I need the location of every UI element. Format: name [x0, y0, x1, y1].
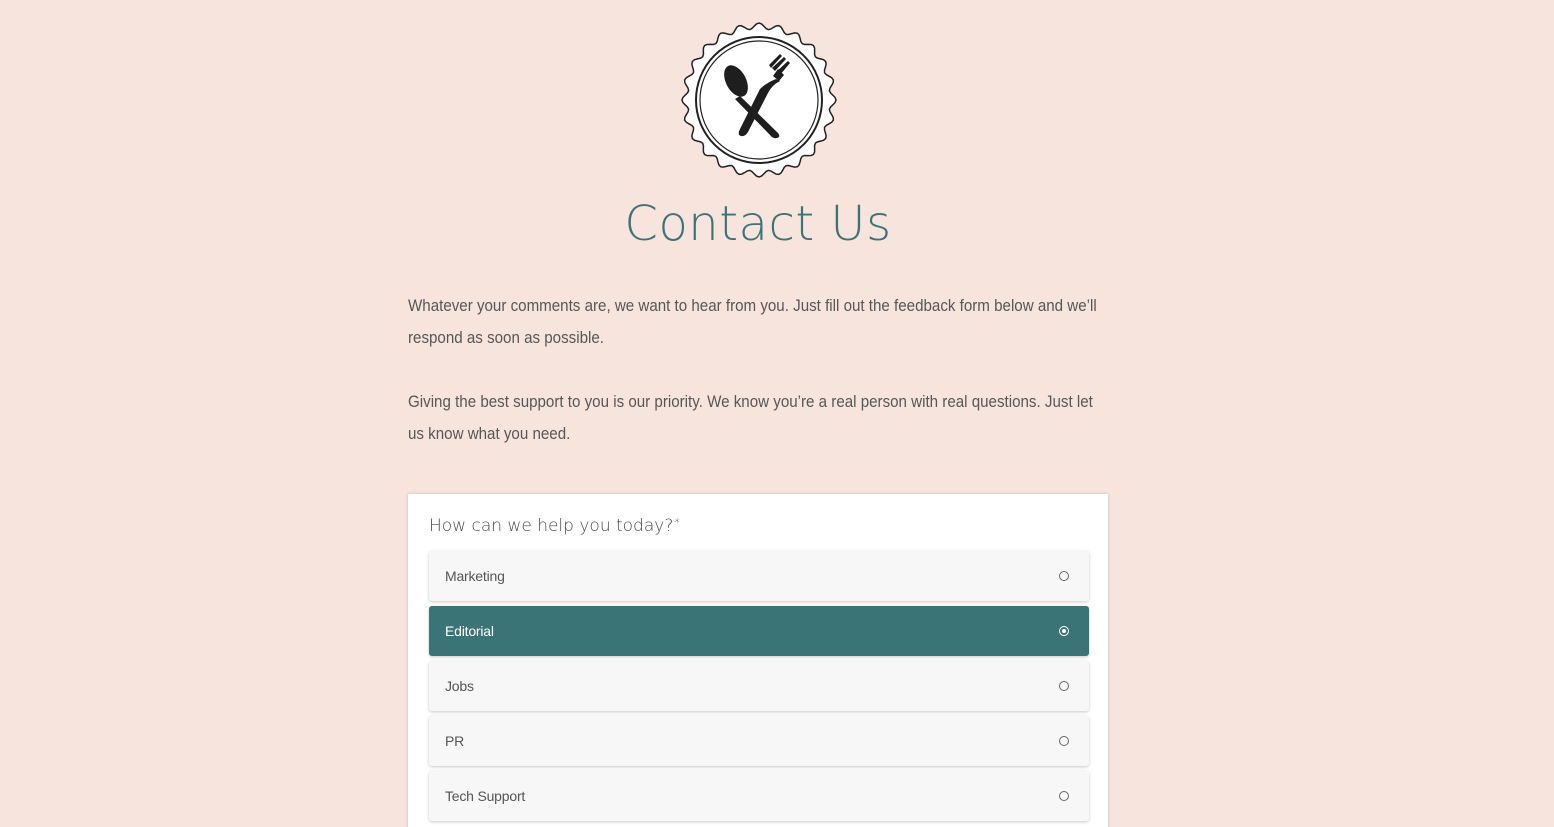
intro-text: Whatever your comments are, we want to h… [408, 290, 1108, 482]
intro-paragraph-1: Whatever your comments are, we want to h… [408, 296, 1097, 347]
page-title: Contact Us [624, 196, 892, 252]
option-label: Jobs [445, 678, 474, 694]
topic-options: Marketing Editorial Jobs PR Tech Support [429, 551, 1089, 826]
option-label: Marketing [445, 568, 505, 584]
option-label: PR [445, 733, 465, 749]
required-mark: * [674, 516, 680, 529]
option-label: Editorial [445, 623, 494, 639]
radio-icon[interactable] [1059, 681, 1069, 691]
option-marketing[interactable]: Marketing [429, 551, 1089, 601]
question-text: How can we help you today? [429, 516, 674, 536]
option-jobs[interactable]: Jobs [429, 661, 1089, 711]
option-pr[interactable]: PR [429, 716, 1089, 766]
radio-icon[interactable] [1059, 791, 1069, 801]
option-editorial[interactable]: Editorial [429, 606, 1089, 656]
question-label: How can we help you today?* [429, 516, 680, 536]
option-label: Tech Support [445, 788, 526, 804]
logo-badge-icon [681, 22, 837, 178]
radio-selected-icon[interactable] [1059, 626, 1069, 636]
feedback-form: How can we help you today?* Marketing Ed… [408, 494, 1108, 827]
intro-paragraph-2: Giving the best support to you is our pr… [408, 392, 1093, 443]
option-tech-support[interactable]: Tech Support [429, 771, 1089, 821]
radio-icon[interactable] [1059, 736, 1069, 746]
radio-icon[interactable] [1059, 571, 1069, 581]
